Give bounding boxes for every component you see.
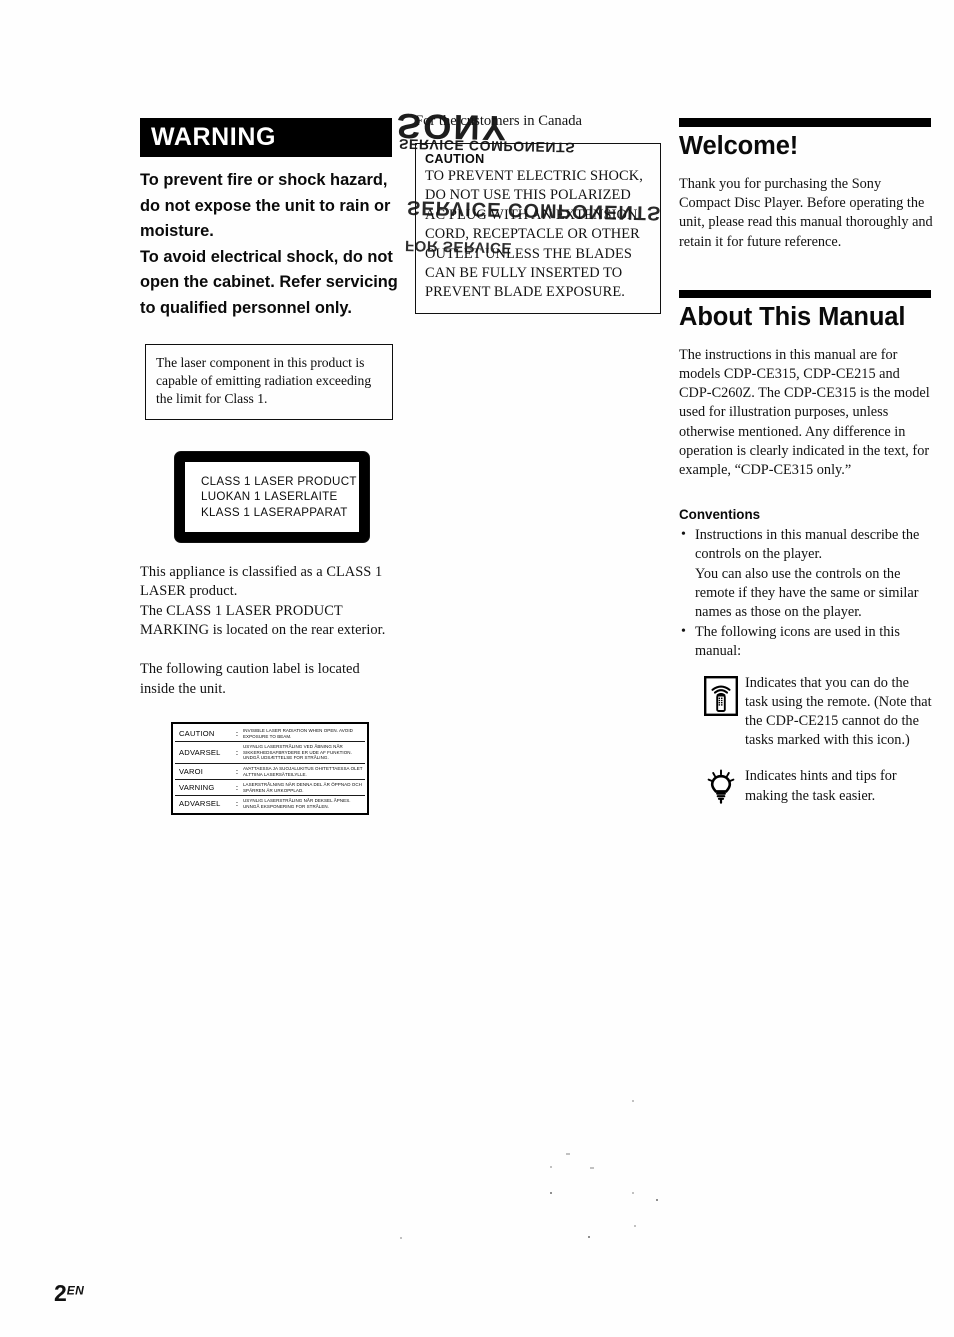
scan-speckle (550, 1192, 552, 1194)
page-footer: 2EN (54, 1280, 84, 1307)
page-locale-marker: EN (66, 1283, 85, 1298)
caution-label-row: ADVARSEL: USYNLIG LASERSTRÅLING NÅR DEKSE… (175, 796, 365, 812)
canada-customers-heading: For the customers in Canada (399, 112, 667, 134)
welcome-heading: Welcome! (679, 132, 799, 160)
warning-heading-label: WARNING (151, 123, 277, 151)
caution-label-message: INVISIBLE LASER RADIATION WHEN OPEN. AVO… (242, 725, 365, 743)
remote-icon-row: Indicates that you can do the task using… (679, 674, 935, 751)
caution-label-colon: : (232, 763, 242, 781)
caution-label-colon: : (235, 799, 239, 809)
scan-speckle (566, 1153, 570, 1155)
scan-speckle (588, 1236, 590, 1238)
right-column: Welcome! Thank you for purchasing the So… (679, 118, 935, 806)
canada-caution-box: CAUTION TO PREVENT ELECTRIC SHOCK, DO NO… (415, 143, 661, 314)
scan-speckle (590, 1167, 594, 1169)
hint-icon-description: Indicates hints and tips for making the … (745, 768, 897, 804)
caution-label-colon: : (232, 779, 242, 797)
caution-label-intro-paragraph: The following caution label is located i… (140, 660, 396, 699)
laser-component-note-text: The laser component in this product is c… (156, 354, 372, 406)
caution-label-row: CAUTION: INVISIBLE LASER RADIATION WHEN O… (175, 725, 365, 743)
remote-icon-description: Indicates that you can do the task using… (745, 674, 932, 749)
caution-label-message: USYNLIG LASERSTRÅLING VED ÅBNING NÅR SIK… (242, 741, 365, 764)
caution-label-table: CAUTION: INVISIBLE LASER RADIATION WHEN O… (171, 721, 369, 816)
canada-caution-body: TO PREVENT ELECTRIC SHOCK, DO NOT USE TH… (425, 168, 643, 301)
caution-label-row: ADVARSEL: USYNLIG LASERSTRÅLING VED ÅBNIN… (175, 741, 365, 764)
canada-customers-heading-text: For the customers in Canada (415, 113, 582, 129)
warning-body-text: To prevent fire or shock hazard, do not … (140, 168, 398, 322)
center-column: SONY SERVICE COMPONENTS SERVICE COMPONEN… (396, 106, 667, 314)
conventions-bullet-1: Instructions in this manual describe the… (679, 525, 935, 622)
caution-label-language: CAUTION (175, 725, 232, 743)
caution-label-language: ADVARSEL (175, 741, 232, 764)
scan-speckle (632, 1192, 634, 1194)
conventions-bullet-2-text: The following icons are used in this man… (695, 624, 900, 660)
remote-icon-cell (697, 674, 745, 751)
caution-label-message: LASERSTRÅLNING NÄR DENNA DEL ÄR ÖPPNAD O… (242, 779, 365, 797)
laser-plate-line-2: LUOKAN 1 LASERLAITE (201, 490, 338, 504)
scan-speckle (632, 1100, 634, 1102)
caution-label-image-wrapper: CAUTION: INVISIBLE LASER RADIATION WHEN O… (171, 721, 396, 816)
about-manual-body-paragraph: The instructions in this manual are for … (679, 346, 930, 479)
class1-laser-plate-inner: CLASS 1 LASER PRODUCT LUOKAN 1 LASERLAIT… (185, 462, 359, 533)
caution-label-message: AVATTAESSA JA SUOJALUKITUS OHITETTAESSA … (242, 763, 365, 781)
canada-caution-word: CAUTION (425, 152, 485, 166)
caution-label-colon: : (232, 741, 242, 764)
welcome-body-paragraph: Thank you for purchasing the Sony Compac… (679, 176, 933, 250)
light-bulb-hint-icon (707, 770, 735, 805)
caution-label-row: VAROI: AVATTAESSA JA SUOJALUKITUS OHITETT… (175, 763, 365, 781)
about-manual-heading-rule (679, 289, 931, 298)
laser-classification-paragraph: This appliance is classified as a CLASS … (140, 563, 396, 640)
hint-icon-cell (697, 767, 745, 805)
conventions-bullet-list: Instructions in this manual describe the… (679, 525, 935, 661)
conventions-bullet-2: The following icons are used in this man… (679, 622, 935, 661)
laser-plate-line-1: CLASS 1 LASER PRODUCT (201, 475, 357, 489)
scan-speckle (550, 1166, 552, 1168)
class1-laser-plate: CLASS 1 LASER PRODUCT LUOKAN 1 LASERLAIT… (174, 451, 370, 544)
hint-icon-row: Indicates hints and tips for making the … (679, 767, 935, 805)
warning-body-line-2: To avoid electrical shock, do not open t… (140, 247, 398, 317)
about-manual-heading: About This Manual (679, 302, 906, 331)
conventions-bullet-1-sub: You can also use the controls on the rem… (695, 565, 919, 621)
caution-label-message: USYNLIG LASERSTRÅLING NÅR DEKSEL ÅPNES. … (243, 798, 351, 809)
warning-body-line-1: To prevent fire or shock hazard, do not … (140, 171, 391, 241)
laser-plate-line-3: KLASS 1 LASERAPPARAT (201, 505, 348, 519)
scan-speckle (634, 1225, 636, 1227)
scan-speckle (656, 1199, 658, 1201)
caution-label-colon: : (232, 725, 242, 743)
laser-component-note-box: The laser component in this product is c… (145, 343, 393, 421)
conventions-heading: Conventions (679, 507, 761, 523)
left-column: WARNING To prevent fire or shock hazard,… (140, 118, 398, 816)
conventions-bullet-1-main: Instructions in this manual describe the… (695, 527, 920, 563)
class1-laser-plate-wrapper: CLASS 1 LASER PRODUCT LUOKAN 1 LASERLAIT… (174, 451, 396, 544)
laser-classification-line-2: The CLASS 1 LASER PRODUCT MARKING is loc… (140, 602, 386, 639)
caution-label-language: VARNING (175, 779, 232, 797)
caution-label-language: ADVARSEL (179, 799, 221, 809)
page-number: 2 (54, 1280, 67, 1306)
remote-control-icon (704, 675, 738, 716)
caution-label-language: VAROI (175, 763, 232, 781)
manual-page: WARNING To prevent fire or shock hazard,… (0, 0, 954, 1337)
caution-label-row: VARNING: LASERSTRÅLNING NÄR DENNA DEL ÄR … (175, 779, 365, 797)
caution-label-intro-text: The following caution label is located i… (140, 661, 360, 697)
laser-classification-line-1: This appliance is classified as a CLASS … (140, 564, 383, 600)
scan-speckle (400, 1237, 402, 1239)
welcome-heading-rule (679, 118, 931, 127)
warning-heading-bar: WARNING (140, 118, 392, 157)
